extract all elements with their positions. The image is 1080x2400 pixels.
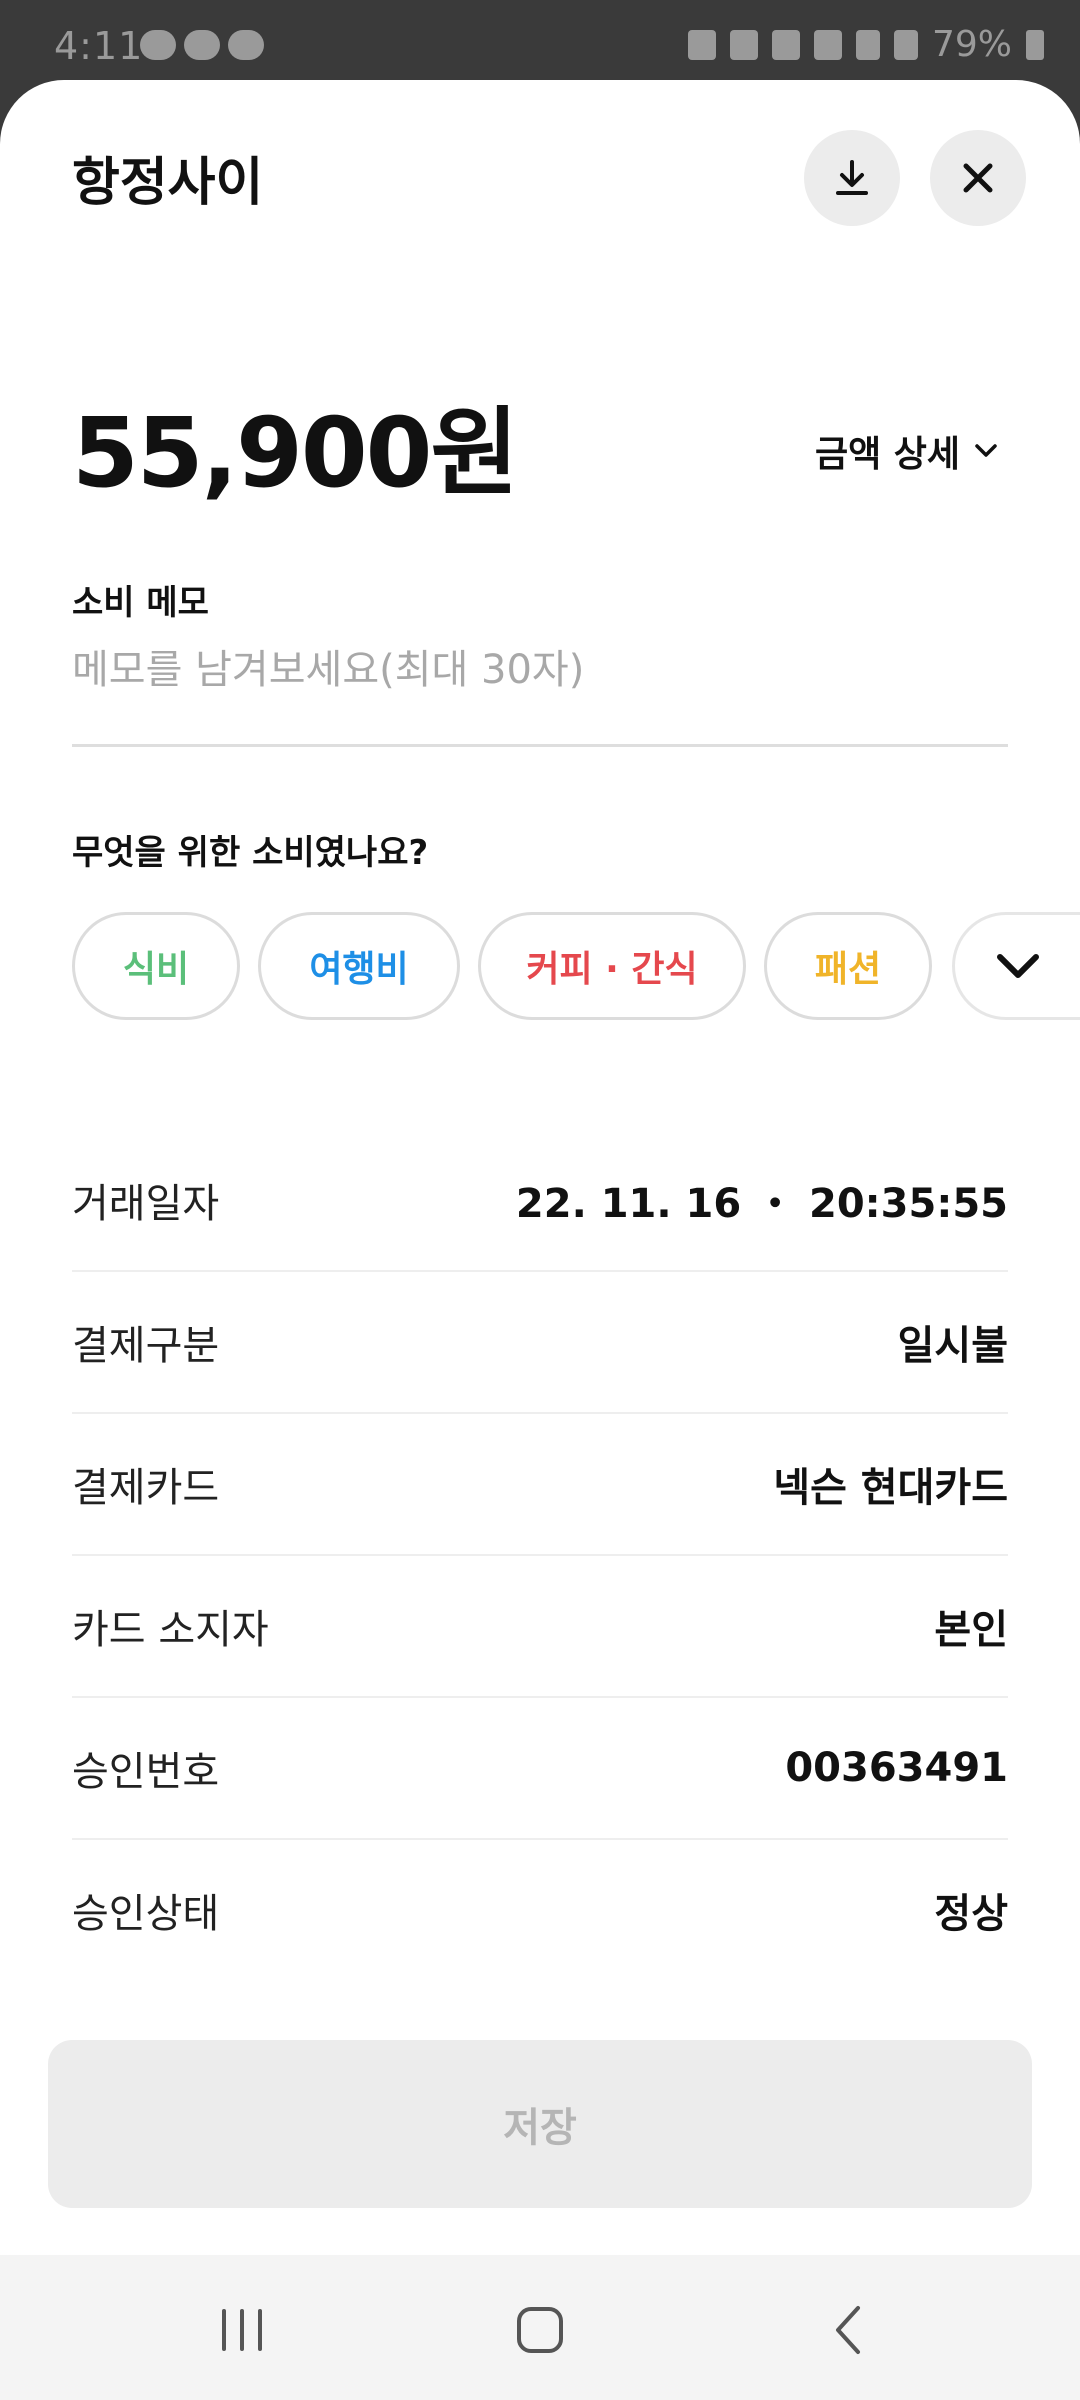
hd-voice-icon xyxy=(813,29,842,60)
navigation-bar xyxy=(0,2255,1080,2400)
transaction-amount: 55,900원 xyxy=(72,397,519,509)
memo-underline xyxy=(72,744,1008,747)
recents-button[interactable] xyxy=(202,2295,282,2365)
detail-label: 승인상태 xyxy=(72,1891,220,1937)
detail-row-approval-status: 승인상태 정상 xyxy=(72,1840,1008,1980)
talk-icon xyxy=(184,30,220,60)
category-chips: 식비 여행비 커피 · 간식 패션 xyxy=(72,912,1080,1024)
back-button[interactable] xyxy=(808,2295,888,2365)
detail-label: 카드 소지자 xyxy=(72,1607,269,1653)
detail-label: 결제구분 xyxy=(72,1323,220,1369)
category-expand-button[interactable] xyxy=(952,912,1080,1020)
memo-label: 소비 메모 xyxy=(72,583,209,623)
memo-input[interactable] xyxy=(72,640,1008,700)
status-bar: 4:11 79% xyxy=(0,0,1080,82)
close-icon xyxy=(963,163,993,193)
merchant-name: 항정사이 xyxy=(72,153,264,213)
detail-row-payment-type: 결제구분 일시불 xyxy=(72,1272,1008,1414)
transaction-detail-sheet: 항정사이 55,900원 금액 상세 소비 메모 무엇을 위한 소비였나요? 식… xyxy=(0,80,1080,2255)
status-time: 4:11 xyxy=(54,24,144,68)
download-icon xyxy=(836,160,868,195)
home-icon xyxy=(517,2307,563,2353)
status-system-icons: 79% xyxy=(687,24,1044,65)
amount-detail-toggle[interactable]: 금액 상세 xyxy=(815,425,998,477)
battery-saver-icon xyxy=(687,29,716,60)
detail-value: 00363491 xyxy=(785,1745,1008,1791)
back-icon xyxy=(836,2306,860,2354)
detail-label: 결제카드 xyxy=(72,1465,220,1511)
chat-bubble-icon xyxy=(140,30,176,60)
battery-icon xyxy=(1026,29,1044,60)
category-chip-travel[interactable]: 여행비 xyxy=(258,912,460,1020)
s-icon xyxy=(228,30,264,60)
amount-detail-label: 금액 상세 xyxy=(814,434,960,475)
alarm-icon xyxy=(729,29,758,60)
mute-icon xyxy=(771,29,800,60)
detail-value: 본인 xyxy=(934,1607,1008,1653)
home-button[interactable] xyxy=(500,2295,580,2365)
signal-icon xyxy=(893,29,918,60)
battery-percent: 79% xyxy=(931,24,1012,65)
recents-icon xyxy=(222,2309,262,2351)
save-button[interactable]: 저장 xyxy=(48,2040,1032,2208)
detail-row-payment-card: 결제카드 넥슨 현대카드 xyxy=(72,1414,1008,1556)
chevron-down-icon xyxy=(975,444,997,457)
chevron-down-icon xyxy=(996,954,1039,978)
detail-row-card-holder: 카드 소지자 본인 xyxy=(72,1556,1008,1698)
category-question: 무엇을 위한 소비였나요? xyxy=(72,833,429,873)
lte-icon xyxy=(855,29,880,60)
detail-label: 승인번호 xyxy=(72,1749,220,1795)
download-button[interactable] xyxy=(804,130,900,226)
detail-value: 정상 xyxy=(934,1891,1008,1937)
detail-row-transaction-date: 거래일자 22. 11. 16 ・ 20:35:55 xyxy=(72,1130,1008,1272)
category-chip-coffee-snack[interactable]: 커피 · 간식 xyxy=(478,912,746,1020)
detail-value: 일시불 xyxy=(897,1323,1008,1369)
status-notification-icons xyxy=(140,30,264,60)
category-chip-fashion[interactable]: 패션 xyxy=(764,912,932,1020)
transaction-details: 거래일자 22. 11. 16 ・ 20:35:55 결제구분 일시불 결제카드… xyxy=(72,1130,1008,1980)
detail-value: 22. 11. 16 ・ 20:35:55 xyxy=(515,1181,1008,1227)
close-button[interactable] xyxy=(930,130,1026,226)
detail-label: 거래일자 xyxy=(72,1181,220,1227)
category-chip-food[interactable]: 식비 xyxy=(72,912,240,1020)
detail-row-approval-number: 승인번호 00363491 xyxy=(72,1698,1008,1840)
detail-value: 넥슨 현대카드 xyxy=(773,1465,1008,1511)
